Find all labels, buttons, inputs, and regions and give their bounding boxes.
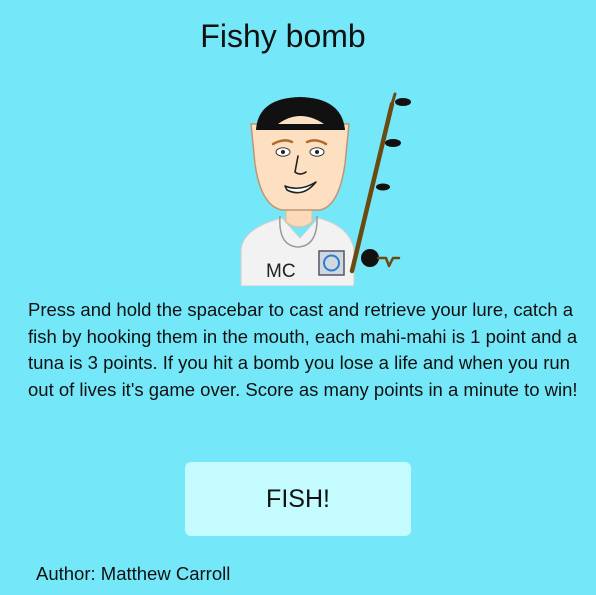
game-instructions: Press and hold the spacebar to cast and … bbox=[28, 299, 578, 400]
shirt-logo bbox=[318, 250, 345, 276]
game-title: Fishy bomb bbox=[200, 18, 366, 54]
author-credit: Author: Matthew Carroll bbox=[36, 563, 231, 584]
shirt-initials: MC bbox=[266, 261, 296, 282]
fish-start-button[interactable]: FISH! bbox=[185, 462, 411, 536]
fisherman-head bbox=[250, 97, 350, 211]
fisherman-portrait: MC bbox=[240, 92, 411, 286]
fishing-rod bbox=[349, 92, 411, 274]
